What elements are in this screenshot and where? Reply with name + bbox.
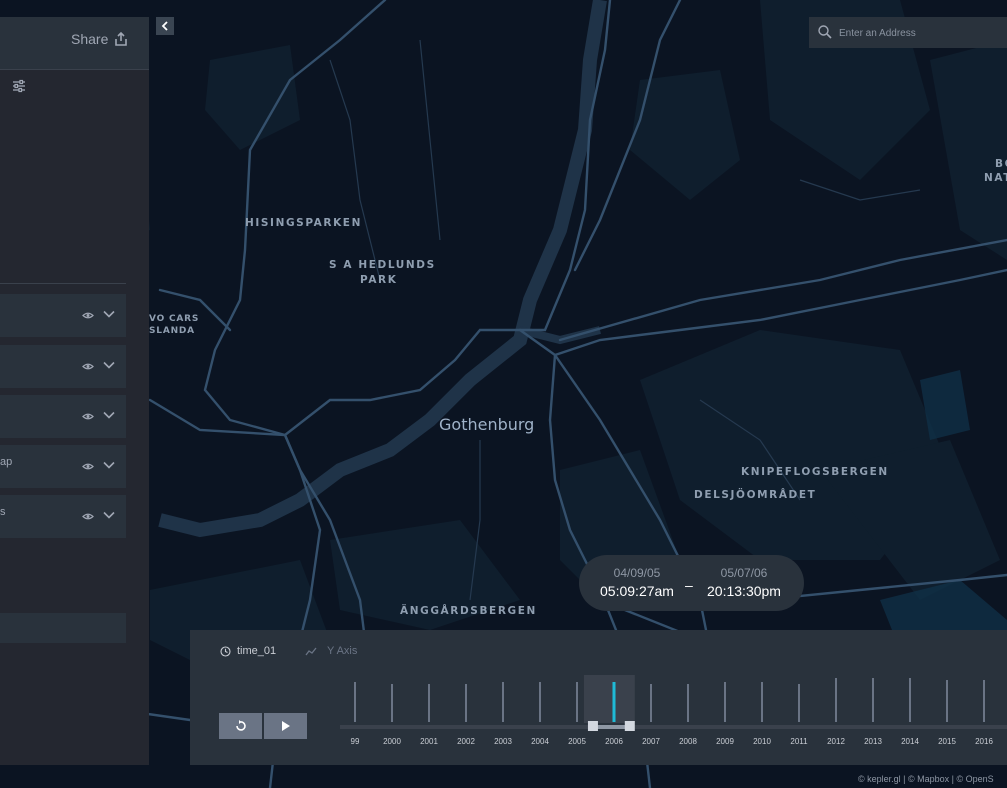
layer-name: s bbox=[0, 506, 6, 518]
chevron-down-icon[interactable] bbox=[103, 360, 115, 370]
geocoder bbox=[809, 17, 1007, 48]
start-time: 05:09:27am bbox=[600, 583, 674, 599]
map-label-slanda: SLANDA bbox=[149, 326, 195, 336]
eye-icon[interactable] bbox=[82, 362, 94, 371]
sliders-icon[interactable] bbox=[12, 79, 26, 93]
yaxis-selector[interactable]: Y Axis bbox=[327, 645, 357, 657]
side-panel: Share ap s bbox=[0, 17, 149, 765]
time-histogram[interactable]: 99 2000 2001 2002 2003 2004 2005 2006 2007 2008 20… bbox=[340, 670, 1007, 765]
search-icon bbox=[818, 25, 832, 39]
end-date: 05/07/06 bbox=[720, 566, 768, 580]
eye-icon[interactable] bbox=[82, 512, 94, 521]
histogram-bar bbox=[465, 684, 467, 722]
range-end-handle[interactable] bbox=[624, 721, 635, 731]
year-tick-label: 2001 bbox=[420, 737, 438, 746]
range-start-handle[interactable] bbox=[587, 721, 598, 731]
histogram-bar bbox=[761, 682, 763, 722]
start-date: 04/09/05 bbox=[613, 566, 661, 580]
year-tick-label: 2008 bbox=[679, 737, 697, 746]
histogram-bar bbox=[983, 680, 985, 722]
selected-range-highlight bbox=[583, 675, 635, 723]
year-tick-label: 2016 bbox=[975, 737, 993, 746]
map-label-edge-2: NAT bbox=[984, 172, 1007, 184]
year-tick-label: 2012 bbox=[827, 737, 845, 746]
time-slider-track[interactable] bbox=[340, 725, 1007, 729]
time-field-selector[interactable]: time_01 bbox=[237, 645, 276, 657]
histogram-bar bbox=[909, 678, 911, 722]
share-upload-icon[interactable] bbox=[113, 31, 129, 47]
map-label-park: PARK bbox=[360, 274, 398, 286]
eye-icon[interactable] bbox=[82, 412, 94, 421]
time-playback-panel: time_01 Y Axis 99 2000 2001 2002 2003 2004 200… bbox=[190, 630, 1007, 765]
year-tick-label: 2013 bbox=[864, 737, 882, 746]
map-city-label: Gothenburg bbox=[439, 415, 535, 434]
map-label-anggardsbergen: ÄNGGÅRDSBERGEN bbox=[400, 605, 537, 617]
histogram-bar bbox=[391, 684, 393, 722]
year-tick-label: 2010 bbox=[753, 737, 771, 746]
histogram-bar bbox=[724, 682, 726, 722]
add-layer-area[interactable] bbox=[0, 613, 126, 643]
chevron-down-icon[interactable] bbox=[103, 460, 115, 470]
year-tick-label: 99 bbox=[351, 737, 360, 746]
year-tick-label: 2004 bbox=[531, 737, 549, 746]
histogram-bar bbox=[502, 682, 504, 722]
map-label-edge-1: BO bbox=[995, 158, 1007, 170]
time-range-readout: 04/09/05 05:09:27am – 05/07/06 20:13:30p… bbox=[579, 555, 804, 611]
collapse-panel-button[interactable] bbox=[156, 17, 174, 35]
histogram-bar bbox=[650, 684, 652, 722]
reset-button[interactable] bbox=[219, 713, 262, 739]
map-label-delsjoomradet: DELSJÖOMRÅDET bbox=[694, 489, 817, 501]
histogram-bar bbox=[687, 684, 689, 722]
chevron-down-icon[interactable] bbox=[103, 510, 115, 520]
side-panel-header: Share bbox=[0, 17, 149, 69]
map-label-knipeflogsbergen: KNIPEFLOGSBERGEN bbox=[741, 466, 889, 478]
share-button[interactable]: Share bbox=[71, 31, 108, 47]
year-tick-label: 2015 bbox=[938, 737, 956, 746]
chevron-down-icon[interactable] bbox=[103, 410, 115, 420]
map-label-hisingsparken: HISINGSPARKEN bbox=[245, 217, 362, 229]
layer-row[interactable] bbox=[0, 294, 126, 337]
layer-name: ap bbox=[0, 456, 13, 468]
play-button[interactable] bbox=[264, 713, 307, 739]
year-tick-label: 2011 bbox=[790, 737, 808, 746]
histogram-bar bbox=[798, 684, 800, 722]
histogram-bar bbox=[872, 678, 874, 722]
year-tick-label: 2006 bbox=[605, 737, 623, 746]
year-tick-label: 2000 bbox=[383, 737, 401, 746]
address-search-input[interactable] bbox=[839, 23, 999, 43]
eye-icon[interactable] bbox=[82, 462, 94, 471]
map-attribution: © kepler.gl | © Mapbox | © OpenS bbox=[858, 774, 994, 784]
year-tick-label: 2007 bbox=[642, 737, 660, 746]
layer-row[interactable] bbox=[0, 395, 126, 438]
histogram-bar bbox=[835, 678, 837, 722]
layer-row[interactable]: ap bbox=[0, 445, 126, 488]
layer-row[interactable]: s bbox=[0, 495, 126, 538]
line-chart-icon bbox=[305, 647, 317, 656]
year-tick-label: 2005 bbox=[568, 737, 586, 746]
map-label-sa-hedlunds: S A HEDLUNDS bbox=[329, 259, 436, 271]
year-tick-label: 2002 bbox=[457, 737, 475, 746]
end-time: 20:13:30pm bbox=[707, 583, 781, 599]
range-separator: – bbox=[685, 577, 693, 593]
histogram-bar bbox=[946, 680, 948, 722]
histogram-bar bbox=[428, 684, 430, 722]
year-tick-label: 2014 bbox=[901, 737, 919, 746]
layer-row[interactable] bbox=[0, 345, 126, 388]
histogram-bar bbox=[354, 682, 356, 722]
eye-icon[interactable] bbox=[82, 311, 94, 320]
clock-icon bbox=[220, 646, 231, 657]
year-tick-label: 2003 bbox=[494, 737, 512, 746]
selected-bar bbox=[612, 682, 616, 722]
histogram-bar bbox=[539, 682, 541, 722]
histogram-bar bbox=[576, 682, 578, 722]
side-panel-divider bbox=[0, 283, 126, 284]
year-tick-label: 2009 bbox=[716, 737, 734, 746]
chevron-down-icon[interactable] bbox=[103, 309, 115, 319]
